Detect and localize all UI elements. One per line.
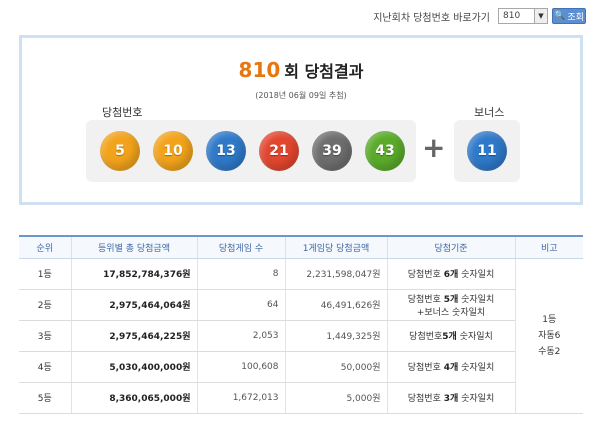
rank-cell: 4등 (19, 351, 71, 383)
criteria-cell: 당첨번호 3개 숫자일치 (386, 382, 515, 414)
number-ball: 5 (100, 131, 140, 171)
rank-cell: 3등 (19, 320, 71, 352)
games-cell: 64 (196, 289, 285, 321)
search-button-label: 조회 (567, 12, 584, 23)
number-ball: 39 (312, 131, 352, 171)
col-header: 1게임당 당첨금액 (284, 235, 387, 259)
criteria-text: 숫자일치 (458, 270, 495, 280)
round-select[interactable]: 810 ▼ (498, 8, 548, 24)
total-amount-cell: 17,852,784,376원 (70, 258, 197, 290)
number-ball: 10 (153, 131, 193, 171)
note-line: 자동6 (538, 330, 561, 341)
bonus-panel: 11 (454, 120, 520, 182)
result-box: 810 회 당첨결과 (2018년 06월 09일 추첨) 당첨번호 보너스 5 … (19, 35, 583, 205)
total-amount-cell: 8,360,065,000원 (70, 382, 197, 414)
per-game-cell: 46,491,626원 (284, 289, 387, 321)
draw-date: (2018년 06월 09일 추첨) (255, 91, 347, 100)
col-header: 순위 (19, 235, 71, 259)
criteria-text: 숫자일치 (458, 294, 495, 305)
past-round-nav: 지난회차 당첨번호 바로가기 810 ▼ 🔍 조회 (373, 8, 586, 24)
total-amount-cell: 2,975,464,225원 (70, 320, 197, 352)
number-ball: 21 (259, 131, 299, 171)
past-round-label: 지난회차 당첨번호 바로가기 (373, 12, 490, 24)
criteria-text: 숫자일치 (456, 332, 493, 342)
rank-cell: 5등 (19, 382, 71, 414)
criteria-text: 당첨번호 (407, 294, 444, 305)
note-cell: 1등 자동6 수동2 (514, 258, 583, 414)
table-row: 5등 8,360,065,000원 1,672,013 5,000원 당첨번호 … (19, 382, 583, 414)
criteria-text: 숫자일치 (458, 394, 495, 404)
number-ball: 43 (365, 131, 405, 171)
per-game-cell: 50,000원 (284, 351, 387, 383)
per-game-cell: 5,000원 (284, 382, 387, 414)
chevron-down-icon[interactable]: ▼ (534, 9, 547, 23)
criteria-cell: 당첨번호 4개 숫자일치 (386, 351, 515, 383)
criteria-text: 당첨번호 (409, 332, 443, 342)
col-header: 당첨게임 수 (196, 235, 285, 259)
result-title: 810 회 당첨결과 (22, 58, 580, 82)
search-button[interactable]: 🔍 조회 (552, 8, 586, 24)
bonus-label: 보너스 (474, 106, 505, 119)
criteria-cell: 당첨번호 5개 숫자일치 +보너스 숫자일치 (386, 289, 515, 321)
criteria-count: 5개 (442, 332, 457, 342)
round-select-value: 810 (503, 11, 521, 21)
table-row: 3등 2,975,464,225원 2,053 1,449,325원 당첨번호5… (19, 320, 583, 352)
games-cell: 100,608 (196, 351, 285, 383)
total-amount-cell: 2,975,464,064원 (70, 289, 197, 321)
search-icon: 🔍 (554, 11, 566, 21)
note-line: 수동2 (538, 346, 561, 357)
prize-table: 순위 등위별 총 당첨금액 당첨게임 수 1게임당 당첨금액 당첨기준 비고 1… (19, 235, 583, 414)
criteria-text: 당첨번호 (407, 394, 444, 404)
table-row: 4등 5,030,400,000원 100,608 50,000원 당첨번호 4… (19, 351, 583, 383)
note-line: 1등 (542, 314, 557, 325)
win-numbers-panel: 5 10 13 21 39 43 (86, 120, 416, 182)
table-row: 1등 17,852,784,376원 8 2,231,598,047원 당첨번호… (19, 258, 583, 414)
criteria-count: 6개 (443, 270, 459, 280)
criteria-count: 3개 (443, 394, 459, 404)
criteria-count: 5개 (443, 294, 459, 305)
criteria-cell: 당첨번호 6개 숫자일치 (386, 258, 515, 290)
games-cell: 1,672,013 (196, 382, 285, 414)
win-numbers-label: 당첨번호 (102, 106, 143, 119)
round-number: 810 (238, 58, 281, 82)
games-cell: 2,053 (196, 320, 285, 352)
bonus-ball: 11 (467, 131, 507, 171)
table-row: 2등 2,975,464,064원 64 46,491,626원 당첨번호 5개… (19, 289, 583, 321)
number-ball: 13 (206, 131, 246, 171)
result-title-suffix: 회 당첨결과 (284, 62, 364, 81)
col-header: 비고 (514, 235, 583, 259)
per-game-cell: 1,449,325원 (284, 320, 387, 352)
per-game-cell: 2,231,598,047원 (284, 258, 387, 290)
plus-icon: + (422, 131, 446, 164)
rank-cell: 1등 (19, 258, 71, 290)
col-header: 등위별 총 당첨금액 (70, 235, 197, 259)
criteria-bonus-text: +보너스 숫자일치 (416, 307, 486, 318)
games-cell: 8 (196, 258, 285, 290)
criteria-count: 4개 (443, 363, 459, 373)
criteria-text: 당첨번호 (407, 270, 444, 280)
rank-cell: 2등 (19, 289, 71, 321)
table-header-row: 순위 등위별 총 당첨금액 당첨게임 수 1게임당 당첨금액 당첨기준 비고 (19, 235, 583, 259)
total-amount-cell: 5,030,400,000원 (70, 351, 197, 383)
criteria-text: 당첨번호 (407, 363, 444, 373)
criteria-text: 숫자일치 (458, 363, 495, 373)
col-header: 당첨기준 (386, 235, 515, 259)
criteria-cell: 당첨번호5개 숫자일치 (386, 320, 515, 352)
